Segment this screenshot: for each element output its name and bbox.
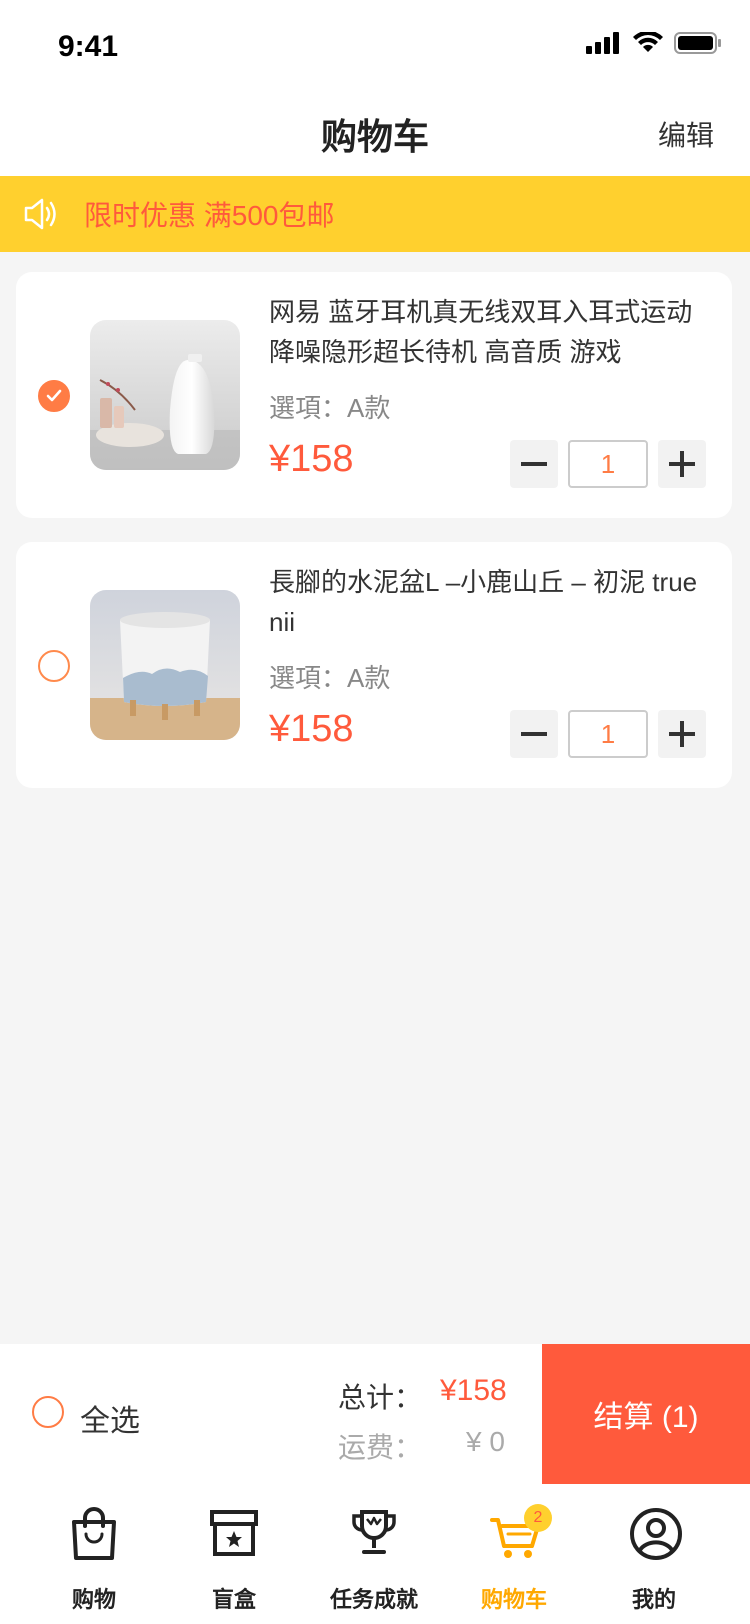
cart-item: 网易 蓝牙耳机真无线双耳入耳式运动降噪隐形超长待机 高音质 游戏 選項：A款 ¥…: [16, 272, 732, 518]
shipping-label: 运费：: [338, 1432, 423, 1463]
nav-bar: 购物车 编辑: [0, 94, 750, 176]
minus-icon: [521, 732, 547, 736]
quantity-input[interactable]: 1: [568, 710, 648, 758]
tab-blind-box[interactable]: 盲盒: [164, 1484, 304, 1624]
checkout-button[interactable]: 结算 (1): [542, 1344, 750, 1484]
quantity-stepper: 1: [510, 710, 706, 758]
tab-shopping[interactable]: 购物: [24, 1484, 164, 1624]
tab-label: 购物车: [480, 1587, 547, 1612]
product-price: ¥158: [269, 708, 354, 750]
status-time: 9:41: [58, 30, 119, 63]
tab-profile[interactable]: 我的: [584, 1484, 724, 1624]
battery-icon: [674, 32, 721, 54]
tab-label: 购物: [71, 1587, 116, 1612]
tab-cart[interactable]: 2 购物车: [444, 1484, 584, 1624]
tab-bar: 购物 盲盒 任务成就 2 购物车 我的: [0, 1484, 750, 1624]
decrease-button[interactable]: [510, 710, 558, 758]
tab-label: 任务成就: [329, 1587, 418, 1612]
tab-label: 盲盒: [211, 1587, 256, 1612]
quantity-stepper: 1: [510, 440, 706, 488]
status-icons: [586, 32, 722, 54]
tab-label: 我的: [631, 1587, 676, 1612]
select-all-checkbox[interactable]: [32, 1396, 64, 1428]
increase-button[interactable]: [658, 440, 706, 488]
product-image[interactable]: [90, 590, 240, 740]
tab-achievements[interactable]: 任务成就: [304, 1484, 444, 1624]
wifi-icon: [633, 32, 663, 52]
product-title[interactable]: 网易 蓝牙耳机真无线双耳入耳式运动降噪隐形超长待机 高音质 游戏: [269, 292, 709, 372]
speaker-icon: [24, 198, 56, 230]
minus-icon: [521, 462, 547, 466]
product-option: 選項：A款: [269, 663, 391, 693]
trophy-icon: [352, 1510, 396, 1554]
cart-badge: 2: [524, 1504, 552, 1532]
shipping-value: ¥ 0: [466, 1426, 505, 1457]
promo-text: 限时优惠 满500包邮: [84, 200, 335, 231]
item-checkbox-checked[interactable]: [38, 380, 70, 412]
quantity-input[interactable]: 1: [568, 440, 648, 488]
cart-item: 長腳的水泥盆L –小鹿山丘 – 初泥 true nii 選項：A款 ¥158 1: [16, 542, 732, 788]
blind-box-icon: [210, 1510, 258, 1556]
shopping-bag-icon: [72, 1507, 116, 1560]
edit-button[interactable]: 编辑: [658, 114, 714, 154]
item-checkbox[interactable]: [38, 650, 70, 682]
total-value: ¥158: [440, 1374, 507, 1407]
decrease-button[interactable]: [510, 440, 558, 488]
check-icon: [46, 389, 62, 402]
total-label: 总计：: [338, 1382, 423, 1413]
product-image[interactable]: [90, 320, 240, 470]
product-price: ¥158: [269, 438, 354, 480]
product-option: 選項：A款: [269, 393, 391, 423]
checkout-bar: 全选 总计： ¥158 运费： ¥ 0 结算 (1): [0, 1344, 750, 1484]
profile-icon: [630, 1508, 682, 1560]
product-title[interactable]: 長腳的水泥盆L –小鹿山丘 – 初泥 true nii: [269, 562, 709, 642]
status-bar: 9:41: [0, 0, 750, 94]
page-title: 购物车: [320, 116, 429, 157]
select-all-label[interactable]: 全选: [80, 1396, 140, 1440]
increase-button[interactable]: [658, 710, 706, 758]
signal-icon: [586, 32, 619, 54]
promo-banner: 限时优惠 满500包邮: [0, 176, 750, 252]
